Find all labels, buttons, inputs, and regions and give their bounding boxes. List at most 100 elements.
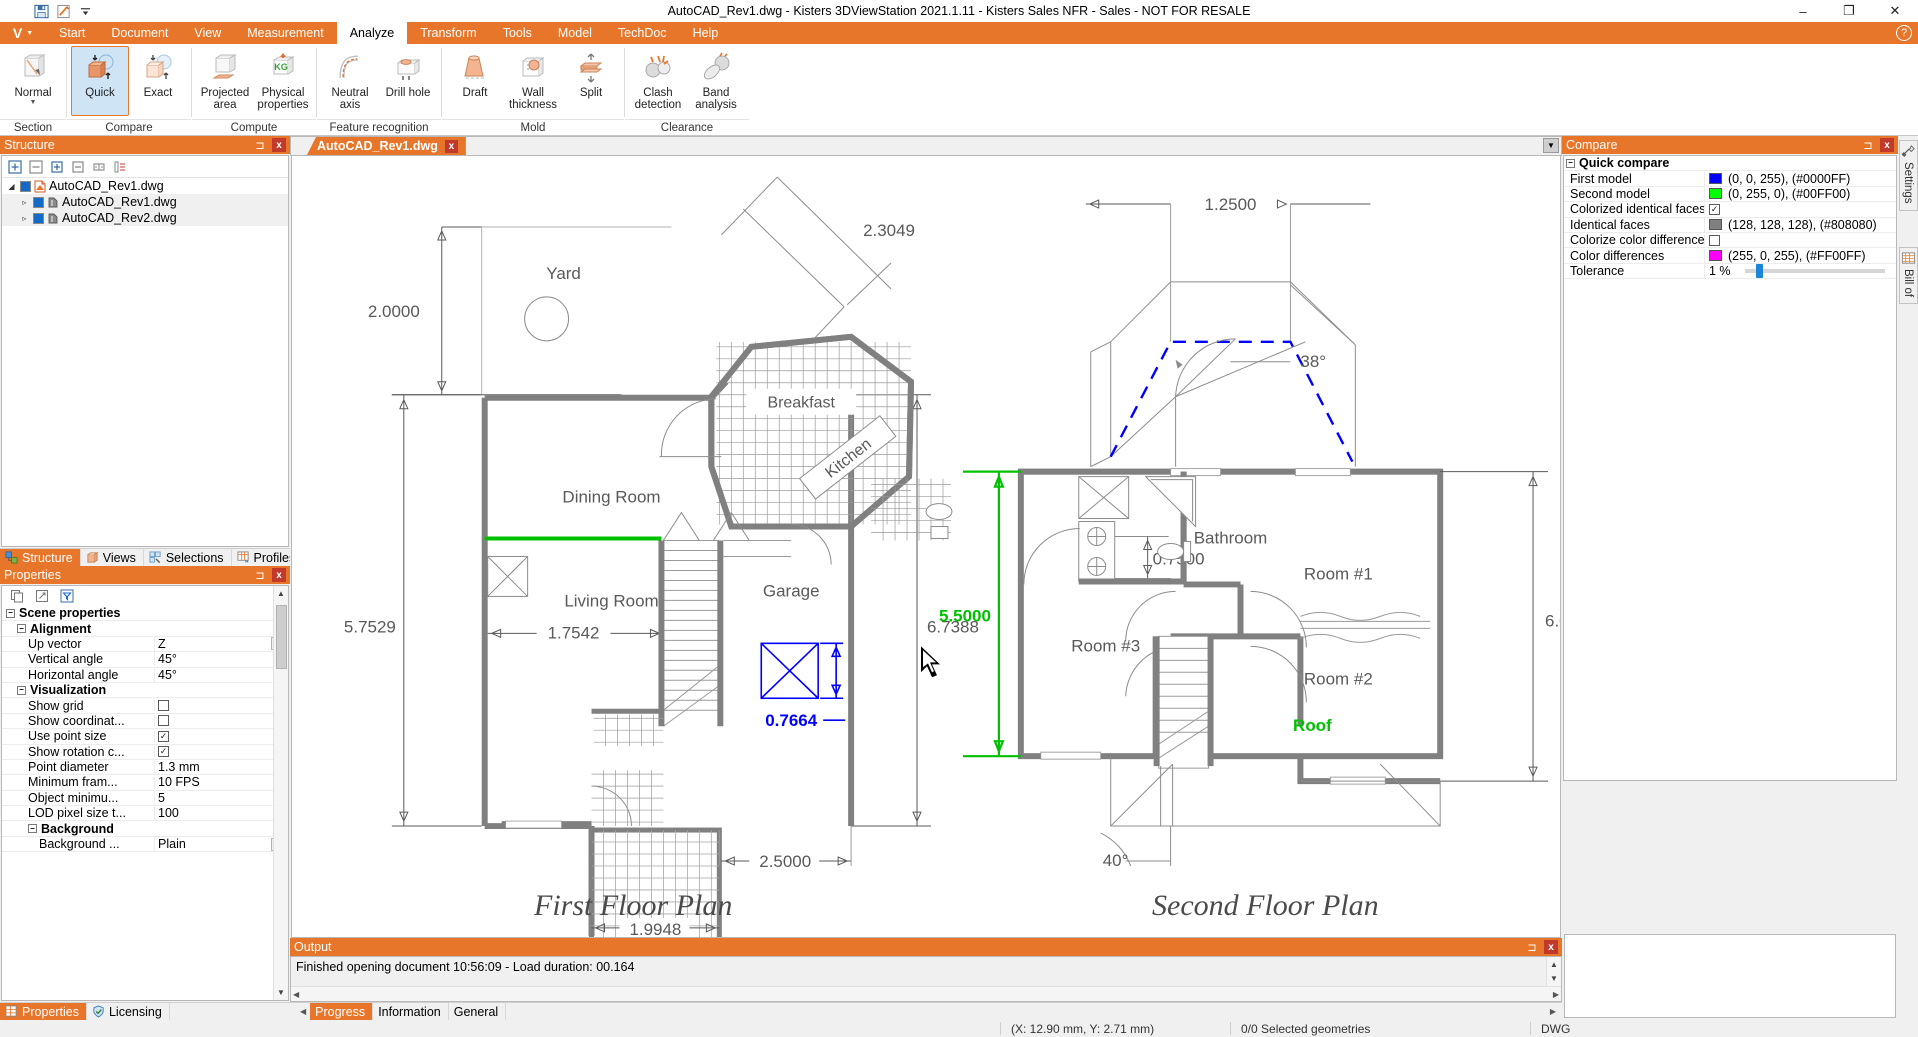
filter-icon[interactable]	[58, 588, 75, 605]
dock-tab-views[interactable]: Views	[81, 549, 144, 566]
property-row[interactable]: Show coordinat...	[2, 714, 288, 730]
ribbon-button-draft[interactable]: Draft	[446, 46, 504, 116]
collapse-all-icon[interactable]	[27, 158, 44, 175]
tree-node[interactable]: ◢ AutoCAD_Rev1.dwg	[2, 178, 288, 194]
tabs-scroll-right-icon[interactable]: ▶	[1544, 1003, 1562, 1020]
property-row[interactable]: Vertical angle 45°	[2, 652, 288, 668]
collapse-toggle-icon[interactable]: −	[17, 685, 26, 695]
ribbon-button-drill-hole[interactable]: Drill hole	[379, 46, 437, 116]
compare-row[interactable]: Second model (0, 255, 0), (#00FF00)	[1564, 186, 1896, 203]
collapse-toggle-icon[interactable]: −	[1566, 158, 1575, 168]
properties-list[interactable]: −Scene properties−AlignmentUp vectorZ▼Ve…	[2, 606, 288, 853]
compare-checkbox[interactable]	[1709, 234, 1720, 246]
ribbon-tab-model[interactable]: Model	[545, 22, 605, 44]
cad-viewer[interactable]: 2.0000 Yard 5.7529 6.7388 2.3049 Breakfa…	[291, 156, 1561, 938]
save-icon[interactable]	[32, 2, 51, 21]
tree-expander-icon[interactable]: ◢	[6, 182, 17, 191]
quick-access-more-icon[interactable]	[76, 2, 95, 21]
scrollbar-thumb[interactable]	[275, 605, 287, 669]
scroll-right-icon[interactable]: ▶	[1553, 990, 1559, 999]
expand-all-icon[interactable]	[6, 158, 23, 175]
tabs-scroll-left-icon[interactable]: ◀	[296, 1003, 310, 1020]
property-row[interactable]: Background ...Plain▼	[2, 837, 288, 853]
property-row[interactable]: Minimum fram... 10 FPS	[2, 775, 288, 791]
tolerance-slider[interactable]	[1745, 263, 1885, 278]
ribbon-button-split[interactable]: Split	[562, 46, 620, 116]
property-row[interactable]: LOD pixel size t... 100	[2, 806, 288, 822]
close-button[interactable]: ✕	[1872, 0, 1918, 22]
compare-checkbox[interactable]: ✓	[1709, 203, 1720, 215]
close-icon[interactable]: x	[1880, 138, 1894, 152]
tree-expander-icon[interactable]: ▹	[19, 214, 30, 223]
property-group-row[interactable]: − Visualization	[2, 683, 288, 699]
ribbon-button-wall-thickness[interactable]: Wall thickness	[504, 46, 562, 116]
ribbon-tab-view[interactable]: View	[181, 22, 234, 44]
property-group-row[interactable]: − Alignment	[2, 621, 288, 637]
properties-scrollbar[interactable]: ▲ ▼	[273, 586, 288, 1000]
ribbon-button-exact[interactable]: Exact	[129, 46, 187, 116]
dock-tab-selections[interactable]: Selections	[144, 549, 232, 566]
compare-row[interactable]: First model (0, 0, 255), (#0000FF)	[1564, 171, 1896, 187]
fit-icon[interactable]	[90, 158, 107, 175]
collapse-toggle-icon[interactable]: −	[17, 624, 26, 634]
ribbon-tab-tools[interactable]: Tools	[490, 22, 545, 44]
ribbon-button-band-analysis[interactable]: Band analysis	[687, 46, 745, 116]
color-swatch[interactable]	[1709, 250, 1722, 262]
property-row[interactable]: Show grid	[2, 698, 288, 714]
chevron-down-icon[interactable]: ▼	[30, 99, 37, 107]
color-swatch[interactable]	[1709, 188, 1722, 200]
ribbon-tab-transform[interactable]: Transform	[407, 22, 490, 44]
ribbon-tab-measurement[interactable]: Measurement	[234, 22, 336, 44]
property-row[interactable]: Up vectorZ▼	[2, 636, 288, 653]
collapse-toggle-icon[interactable]: −	[6, 608, 15, 618]
property-row[interactable]: Use point size ✓	[2, 729, 288, 745]
scroll-up-icon[interactable]: ▲	[1547, 957, 1562, 972]
property-checkbox[interactable]: ✓	[158, 746, 169, 758]
compare-row[interactable]: Tolerance 1 %	[1564, 263, 1896, 280]
visibility-swatch[interactable]	[33, 196, 44, 208]
document-tab[interactable]: AutoCAD_Rev1.dwg x	[307, 137, 466, 155]
pin-icon[interactable]: ⊐	[253, 568, 267, 582]
close-icon[interactable]: x	[272, 138, 286, 152]
ribbon-button-projected-area[interactable]: Projected area	[196, 46, 254, 116]
pin-icon[interactable]: ⊐	[253, 138, 267, 152]
dock-tab-structure[interactable]: Structure	[0, 549, 81, 566]
property-checkbox[interactable]	[158, 715, 169, 727]
ribbon-button-physical-properties[interactable]: KG Physical properties	[254, 46, 312, 116]
minimize-button[interactable]: –	[1780, 0, 1826, 22]
property-row[interactable]: Horizontal angle 45°	[2, 667, 288, 683]
sidebar-tab-settings[interactable]: Settings	[1898, 140, 1918, 211]
property-row[interactable]: Show rotation c... ✓	[2, 745, 288, 760]
visibility-swatch[interactable]	[20, 180, 31, 192]
compare-section-header[interactable]: − Quick compare	[1564, 156, 1896, 172]
ribbon-button-clash-detection[interactable]: Clash detection	[629, 46, 687, 116]
property-group-row[interactable]: − Background	[2, 821, 288, 837]
ribbon-button-neutral-axis[interactable]: Neutral axis	[321, 46, 379, 116]
pin-icon[interactable]: ⊐	[1861, 138, 1875, 152]
dock-tab-properties[interactable]: Properties	[0, 1003, 87, 1020]
tree-expander-icon[interactable]: ▹	[19, 198, 30, 207]
property-row[interactable]: Object minimu... 5	[2, 790, 288, 807]
scroll-down-icon[interactable]: ▼	[274, 985, 289, 1000]
color-swatch[interactable]	[1709, 219, 1722, 231]
ribbon-button-normal[interactable]: Normal ▼	[4, 46, 62, 116]
output-scrollbar[interactable]: ▲ ▼	[1546, 957, 1561, 986]
maximize-button[interactable]: ❐	[1826, 0, 1872, 22]
compare-row[interactable]: Colorize color differences	[1564, 233, 1896, 249]
copy-icon[interactable]	[8, 588, 25, 605]
property-checkbox[interactable]: ✓	[158, 730, 169, 742]
ribbon-button-quick[interactable]: Quick	[71, 46, 129, 116]
dock-tab-licensing[interactable]: Licensing	[87, 1003, 170, 1020]
dock-tab-progress[interactable]: Progress	[310, 1003, 374, 1020]
close-icon[interactable]: x	[444, 139, 458, 153]
scroll-down-icon[interactable]: ▼	[1547, 972, 1562, 987]
close-icon[interactable]: x	[272, 568, 286, 582]
document-list-dropdown[interactable]: ▼	[1543, 138, 1559, 153]
tree-node[interactable]: ▹ AutoCAD_Rev2.dwg	[2, 210, 288, 226]
ribbon-tab-help[interactable]: Help	[680, 22, 732, 44]
structure-tree[interactable]: ◢ AutoCAD_Rev1.dwg ▹ AutoCAD_Rev1.dwg ▹ AutoC…	[2, 178, 288, 226]
compare-row[interactable]: Colorized identical faces ✓	[1564, 202, 1896, 218]
ribbon-tab-document[interactable]: Document	[98, 22, 181, 44]
sidebar-tab-bill-of-material[interactable]: Bill of	[1898, 246, 1918, 304]
open-icon[interactable]	[54, 2, 73, 21]
